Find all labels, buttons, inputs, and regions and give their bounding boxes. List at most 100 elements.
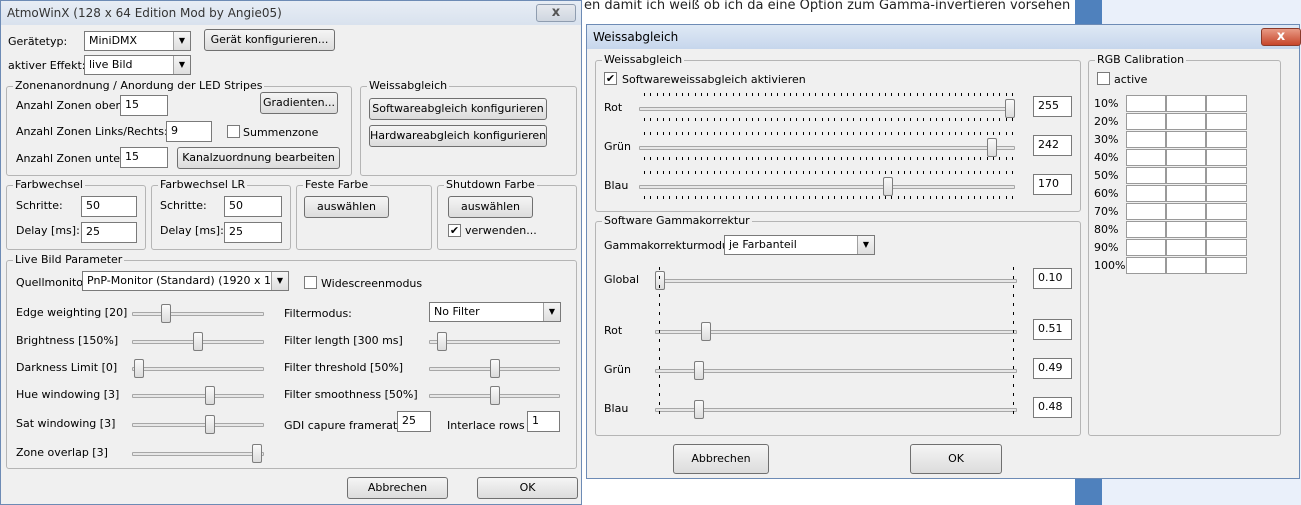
- rgb-calibration-cell[interactable]: [1166, 95, 1206, 112]
- rgb-calibration-cell[interactable]: [1206, 167, 1247, 184]
- live-slider-2-thumb[interactable]: [134, 359, 144, 378]
- filter-slider-2-thumb[interactable]: [490, 386, 500, 405]
- rgb-calibration-cell[interactable]: [1206, 95, 1247, 112]
- gdi-framerate-input[interactable]: 25: [397, 411, 431, 432]
- wb-channel-0-upper-ticks: [644, 93, 1013, 105]
- tick-mark: [739, 157, 740, 160]
- interlace-rows-input[interactable]: 1: [527, 411, 560, 432]
- tick-mark: [822, 132, 823, 135]
- tick-mark: [796, 93, 797, 96]
- rgb-calibration-cell[interactable]: [1206, 185, 1247, 202]
- filter-slider-0-thumb[interactable]: [437, 332, 447, 351]
- device-type-select[interactable]: MiniDMX ▼: [84, 31, 191, 51]
- gamma-channel-value[interactable]: 0.48: [1033, 397, 1072, 418]
- zones-leftright-input[interactable]: 9: [166, 121, 212, 142]
- colorchange-lr-delay-input[interactable]: 25: [224, 222, 282, 243]
- dialog-cancel-button[interactable]: Abbrechen: [673, 444, 769, 474]
- gamma-channel-value[interactable]: 0.49: [1033, 358, 1072, 379]
- tick-mark: [891, 118, 892, 121]
- colorchange-delay-input[interactable]: 25: [81, 222, 137, 243]
- dialog-close-button[interactable]: x: [1261, 28, 1301, 46]
- rgb-active-checkbox[interactable]: [1097, 72, 1110, 85]
- rgb-calibration-cell[interactable]: [1166, 185, 1206, 202]
- filter-slider-1-thumb[interactable]: [490, 359, 500, 378]
- rgb-calibration-cell[interactable]: [1166, 149, 1206, 166]
- zones-bottom-input[interactable]: 15: [120, 147, 168, 168]
- rgb-calibration-cell[interactable]: [1126, 149, 1166, 166]
- wb-enable-checkbox[interactable]: ✔: [604, 72, 617, 85]
- tick-mark: [898, 118, 899, 121]
- tick-mark: [879, 171, 880, 174]
- shutdown-use-checkbox[interactable]: ✔: [448, 224, 461, 237]
- source-monitor-select[interactable]: PnP-Monitor (Standard) (1920 x 1080) ▼: [82, 271, 289, 291]
- shutdown-color-select-button[interactable]: auswählen: [448, 196, 533, 218]
- gamma-mode-select[interactable]: je Farbanteil ▼: [724, 235, 875, 255]
- main-close-button[interactable]: x: [536, 4, 576, 22]
- live-slider-3-thumb[interactable]: [205, 386, 215, 405]
- rgb-calibration-cell[interactable]: [1206, 257, 1247, 274]
- main-ok-button[interactable]: OK: [477, 477, 578, 499]
- live-slider-1-thumb[interactable]: [193, 332, 203, 351]
- fixed-color-select-button[interactable]: auswählen: [304, 196, 389, 218]
- gamma-channel-1-thumb[interactable]: [701, 322, 711, 341]
- rgb-calibration-cell[interactable]: [1126, 221, 1166, 238]
- rgb-calibration-cell[interactable]: [1126, 131, 1166, 148]
- rgb-calibration-cell[interactable]: [1126, 95, 1166, 112]
- rgb-calibration-cell[interactable]: [1166, 167, 1206, 184]
- tick-mark: [866, 132, 867, 135]
- hardware-balance-button[interactable]: Hardwareabgleich konfigurieren: [369, 125, 547, 147]
- rgb-calibration-cell[interactable]: [1126, 185, 1166, 202]
- rgb-calibration-cell[interactable]: [1206, 203, 1247, 220]
- tick-mark: [777, 118, 778, 121]
- rgb-calibration-cell[interactable]: [1166, 239, 1206, 256]
- gamma-channel-value[interactable]: 0.51: [1033, 319, 1072, 340]
- tick-mark: [847, 157, 848, 160]
- rgb-calibration-cell[interactable]: [1166, 257, 1206, 274]
- tick-mark: [752, 196, 753, 199]
- wb-channel-value[interactable]: 242: [1033, 135, 1072, 156]
- live-slider-0-thumb[interactable]: [161, 304, 171, 323]
- gamma-channel-0-thumb[interactable]: [655, 271, 665, 290]
- tick-mark: [1006, 93, 1007, 96]
- software-balance-button[interactable]: Softwareabgleich konfigurieren: [369, 98, 547, 120]
- live-slider-4-thumb[interactable]: [205, 415, 215, 434]
- rgb-calibration-cell[interactable]: [1206, 113, 1247, 130]
- tick-mark: [815, 157, 816, 160]
- channel-mapping-button[interactable]: Kanalzuordnung bearbeiten: [177, 147, 340, 169]
- rgb-calibration-cell[interactable]: [1126, 203, 1166, 220]
- configure-device-button[interactable]: Gerät konfigurieren...: [204, 29, 335, 51]
- zones-top-input[interactable]: 15: [120, 95, 168, 116]
- tick-mark: [968, 196, 969, 199]
- filter-mode-select[interactable]: No Filter ▼: [429, 302, 561, 322]
- gamma-channel-2-thumb[interactable]: [694, 361, 704, 380]
- wb-channel-value[interactable]: 255: [1033, 96, 1072, 117]
- tick-mark: [682, 157, 683, 160]
- colorchange-steps-input[interactable]: 50: [81, 196, 137, 217]
- rgb-calibration-cell[interactable]: [1206, 221, 1247, 238]
- rgb-calibration-cell[interactable]: [1126, 113, 1166, 130]
- rgb-calibration-cell[interactable]: [1166, 113, 1206, 130]
- rgb-calibration-cell[interactable]: [1206, 131, 1247, 148]
- gamma-channel-3-thumb[interactable]: [694, 400, 704, 419]
- rgb-calibration-cell[interactable]: [1166, 131, 1206, 148]
- gamma-mode-label: Gammakorrekturmodus:: [604, 239, 739, 252]
- colorchange-lr-steps-input[interactable]: 50: [224, 196, 282, 217]
- widescreen-checkbox[interactable]: [304, 276, 317, 289]
- active-effect-select[interactable]: live Bild ▼: [84, 55, 191, 75]
- main-cancel-button[interactable]: Abbrechen: [347, 477, 448, 499]
- sumzone-checkbox[interactable]: [227, 125, 240, 138]
- rgb-calibration-cell[interactable]: [1126, 167, 1166, 184]
- live-slider-5-thumb[interactable]: [252, 444, 262, 463]
- gamma-channel-value[interactable]: 0.10: [1033, 268, 1072, 289]
- tick-mark: [663, 196, 664, 199]
- rgb-calibration-cell[interactable]: [1166, 221, 1206, 238]
- rgb-calibration-cell[interactable]: [1166, 203, 1206, 220]
- chevron-down-icon: ▼: [857, 236, 874, 254]
- rgb-calibration-cell[interactable]: [1206, 239, 1247, 256]
- dialog-ok-button[interactable]: OK: [910, 444, 1002, 474]
- rgb-calibration-cell[interactable]: [1126, 257, 1166, 274]
- rgb-calibration-cell[interactable]: [1126, 239, 1166, 256]
- wb-channel-value[interactable]: 170: [1033, 174, 1072, 195]
- gradients-button[interactable]: Gradienten...: [260, 92, 338, 114]
- rgb-calibration-cell[interactable]: [1206, 149, 1247, 166]
